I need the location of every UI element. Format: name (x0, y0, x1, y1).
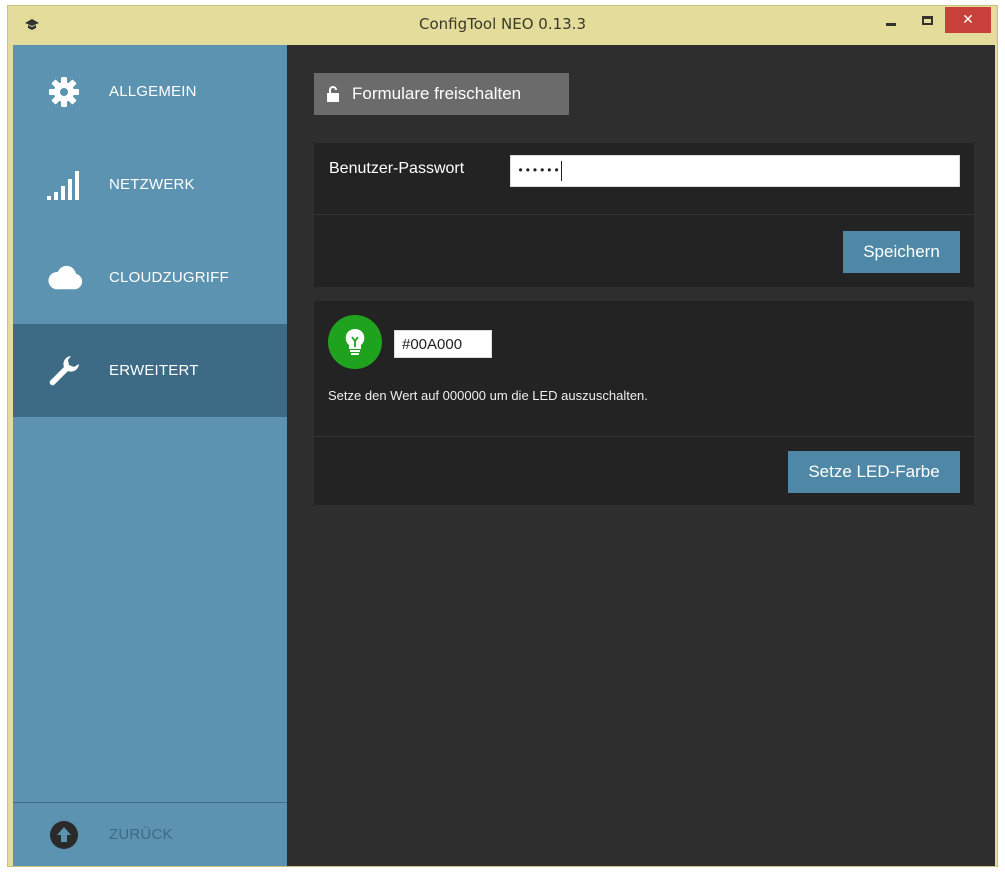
panel-divider (314, 214, 974, 215)
password-panel: Benutzer-Passwort •••••• Speichern (314, 143, 974, 287)
led-panel: #00A000 Setze den Wert auf 000000 um die… (314, 301, 974, 505)
sidebar-item-netzwerk[interactable]: NETZWERK (13, 138, 287, 231)
close-button[interactable]: ✕ (945, 7, 991, 33)
maximize-icon (921, 15, 933, 25)
maximize-button[interactable] (910, 7, 944, 33)
arrow-up-circle-icon (45, 816, 83, 854)
minimize-icon (886, 22, 896, 26)
main-content: Formulare freischalten Benutzer-Passwort… (287, 45, 995, 866)
sidebar: ALLGEMEIN NETZWERK CLOUDZUGRIFF ERWEITER… (13, 45, 287, 866)
sidebar-item-label: CLOUDZUGRIFF (109, 269, 229, 286)
lightbulb-icon (328, 315, 382, 369)
unlock-forms-button[interactable]: Formulare freischalten (314, 73, 569, 115)
cloud-icon (45, 259, 83, 297)
close-icon: ✕ (962, 12, 974, 28)
unlock-button-label: Formulare freischalten (352, 84, 522, 103)
sidebar-item-label: NETZWERK (109, 176, 195, 193)
sidebar-item-label: ALLGEMEIN (109, 83, 197, 100)
app-window: ConfigTool NEO 0.13.3 ✕ ALLGEMEIN NETZWE… (7, 5, 998, 867)
panel-divider (314, 436, 974, 437)
gear-icon (45, 73, 83, 111)
set-led-color-button[interactable]: Setze LED-Farbe (788, 451, 960, 493)
password-value: •••••• (517, 164, 561, 178)
sidebar-item-cloudzugriff[interactable]: CLOUDZUGRIFF (13, 231, 287, 324)
text-cursor (561, 161, 563, 181)
wrench-icon (45, 352, 83, 390)
back-button[interactable]: ZURÜCK (13, 803, 287, 866)
minimize-button[interactable] (874, 7, 908, 33)
sidebar-item-allgemein[interactable]: ALLGEMEIN (13, 45, 287, 138)
back-label: ZURÜCK (109, 826, 173, 843)
sidebar-item-label: ERWEITERT (109, 362, 199, 379)
signal-bars-icon (45, 166, 83, 204)
led-color-input[interactable]: #00A000 (394, 330, 492, 358)
password-label: Benutzer-Passwort (329, 160, 465, 177)
led-color-value: #00A000 (402, 335, 463, 353)
title-bar[interactable]: ConfigTool NEO 0.13.3 ✕ (8, 6, 997, 44)
unlock-icon (327, 86, 339, 102)
password-field[interactable]: •••••• (510, 155, 960, 187)
led-hint-text: Setze den Wert auf 000000 um die LED aus… (328, 388, 648, 403)
save-button[interactable]: Speichern (843, 231, 960, 273)
window-title: ConfigTool NEO 0.13.3 (418, 15, 586, 33)
sidebar-item-erweitert[interactable]: ERWEITERT (13, 324, 287, 417)
